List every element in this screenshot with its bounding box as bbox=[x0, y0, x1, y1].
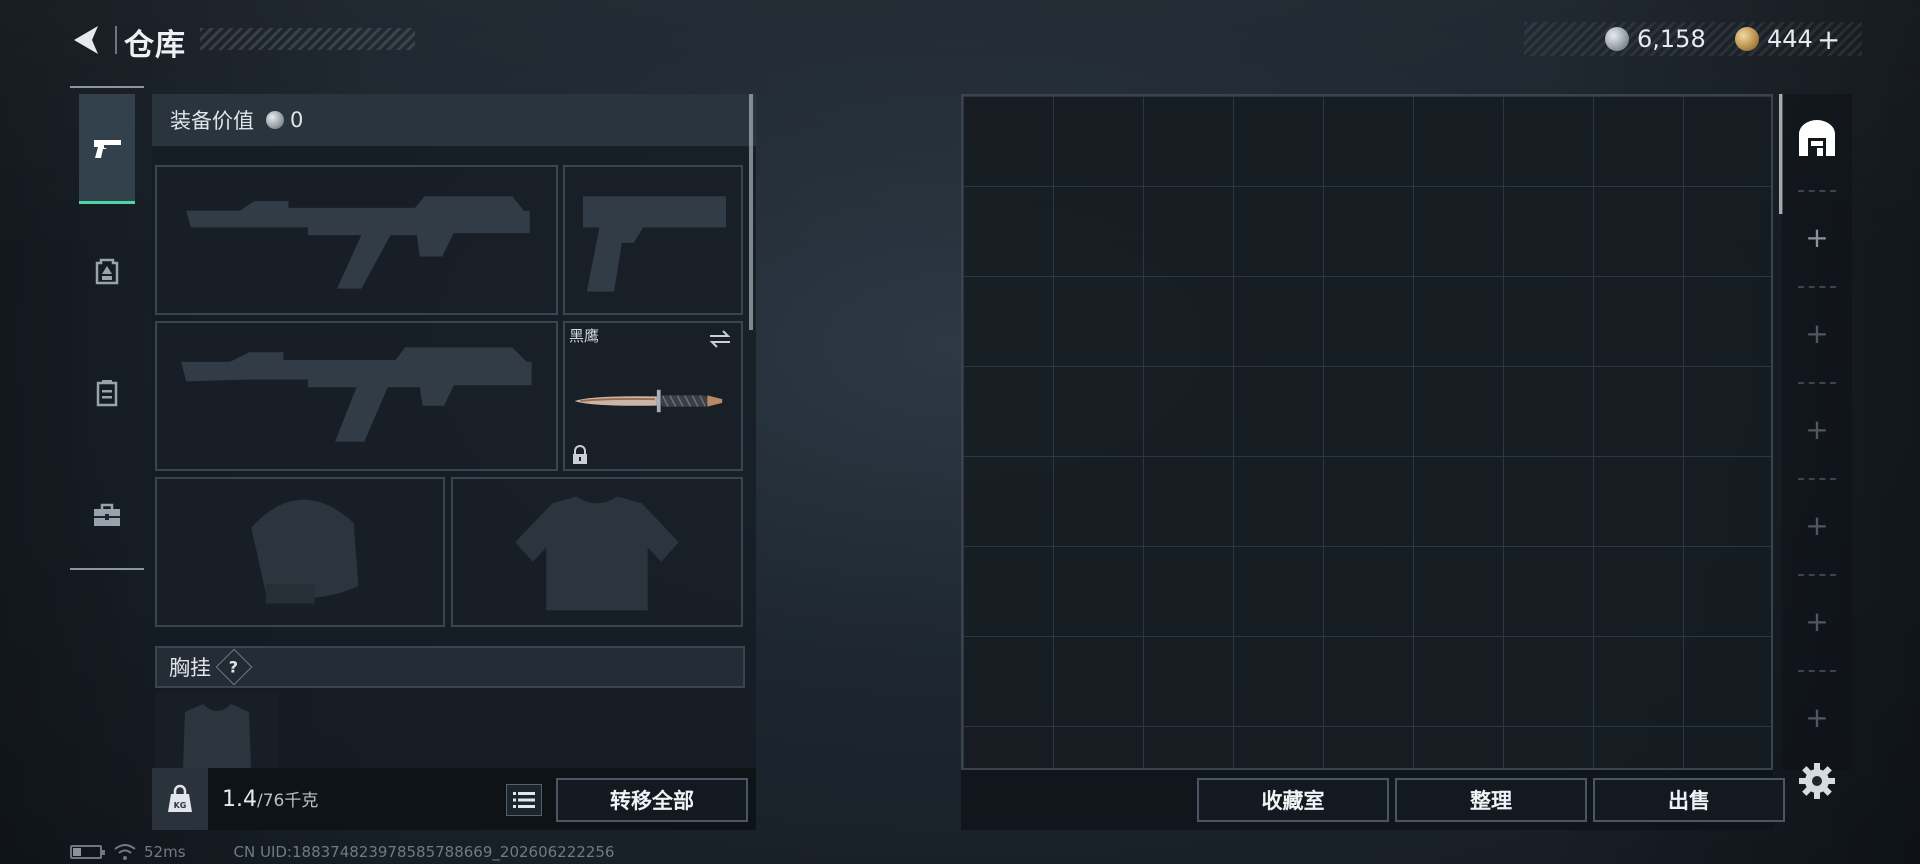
gear-icon bbox=[1799, 763, 1835, 799]
armor-slot[interactable] bbox=[451, 477, 743, 627]
lock-icon bbox=[573, 445, 587, 464]
silver-currency: 6,158 bbox=[1605, 22, 1706, 56]
pistol-icon bbox=[94, 139, 121, 158]
weight-max: /76千克 bbox=[257, 791, 319, 811]
loadout-scrollbar[interactable] bbox=[749, 94, 753, 330]
chest-rig-header: 胸挂 ? bbox=[155, 646, 745, 688]
settings-button[interactable] bbox=[1796, 760, 1838, 802]
battery-icon bbox=[70, 845, 105, 859]
ping-readout: 52ms bbox=[144, 843, 186, 861]
add-storage-page-6[interactable]: + bbox=[1790, 672, 1844, 762]
container-icon bbox=[96, 380, 118, 407]
storage-grid[interactable] bbox=[961, 94, 1773, 770]
category-tabs bbox=[70, 86, 144, 570]
add-storage-page-5[interactable]: + bbox=[1790, 576, 1844, 666]
tab-weapons[interactable] bbox=[79, 94, 135, 204]
plus-icon: + bbox=[1805, 604, 1829, 638]
backpack-icon bbox=[95, 258, 119, 285]
rifle-silhouette-icon bbox=[181, 347, 532, 442]
plus-icon: + bbox=[1805, 412, 1829, 446]
melee-slot[interactable]: 黑鹰 bbox=[563, 321, 743, 471]
chest-rig-silhouette-icon bbox=[183, 704, 251, 770]
weight-icon-box: KG bbox=[152, 768, 208, 830]
storage-pages-sidebar: + + + + + + bbox=[1782, 94, 1852, 770]
chest-rig-label: 胸挂 bbox=[169, 656, 211, 680]
collection-room-button[interactable]: 收藏室 bbox=[1197, 778, 1389, 822]
plus-icon: + bbox=[1805, 700, 1829, 734]
silver-coin-icon bbox=[1605, 27, 1629, 51]
armor-silhouette-icon bbox=[515, 496, 679, 611]
tabs-bottom-line bbox=[70, 568, 144, 570]
helmet-silhouette-icon bbox=[251, 499, 359, 604]
back-button[interactable] bbox=[68, 20, 108, 60]
transfer-all-button[interactable]: 转移全部 bbox=[556, 778, 748, 822]
tabs-top-line bbox=[70, 86, 144, 88]
helmet-slot[interactable] bbox=[155, 477, 445, 627]
list-view-button[interactable] bbox=[506, 784, 542, 816]
help-icon[interactable]: ? bbox=[215, 648, 253, 686]
tab-toolbox[interactable] bbox=[79, 460, 135, 570]
warehouse-icon bbox=[1799, 120, 1835, 156]
add-storage-page-3[interactable]: + bbox=[1790, 384, 1844, 474]
top-bar: 仓库 6,158 444 + bbox=[0, 0, 1920, 80]
equipment-value-header: 装备价值 0 bbox=[152, 94, 756, 146]
add-storage-page-2[interactable]: + bbox=[1790, 288, 1844, 378]
melee-item-name: 黑鹰 bbox=[569, 327, 600, 345]
silver-coin-icon bbox=[266, 111, 284, 129]
weight-readout: 1.4/76千克 bbox=[222, 786, 318, 812]
swap-icon[interactable] bbox=[707, 327, 733, 351]
knife-icon bbox=[574, 389, 723, 413]
weight-current: 1.4 bbox=[222, 787, 257, 812]
gold-coin-icon bbox=[1735, 27, 1759, 51]
primary-weapon-slot-2[interactable] bbox=[155, 321, 558, 471]
kettlebell-weight-icon: KG bbox=[168, 784, 192, 812]
sell-button[interactable]: 出售 bbox=[1593, 778, 1785, 822]
title-divider bbox=[115, 26, 117, 54]
gold-amount: 444 bbox=[1767, 25, 1813, 53]
equipment-value-amount: 0 bbox=[290, 108, 304, 132]
gold-currency[interactable]: 444 + bbox=[1735, 22, 1840, 56]
tab-backpack[interactable] bbox=[79, 216, 135, 326]
pistol-slot[interactable] bbox=[563, 165, 743, 315]
list-icon bbox=[513, 792, 535, 808]
wifi-icon bbox=[114, 844, 136, 860]
chest-rig-slot[interactable] bbox=[155, 692, 279, 770]
toolbox-icon bbox=[94, 503, 120, 526]
add-storage-page-4[interactable]: + bbox=[1790, 480, 1844, 570]
user-uid: CN UID:1883748239785857886​69_2026062222… bbox=[233, 843, 615, 861]
page-title: 仓库 bbox=[124, 28, 186, 63]
svg-text:KG: KG bbox=[174, 801, 187, 810]
organize-button[interactable]: 整理 bbox=[1395, 778, 1587, 822]
plus-icon: + bbox=[1805, 508, 1829, 542]
rifle-silhouette-icon bbox=[186, 196, 530, 289]
storage-actions-bar: 收藏室 整理 出售 bbox=[961, 770, 1785, 830]
equipment-value-label: 装备价值 bbox=[170, 109, 254, 133]
weight-bar: KG 1.4/76千克 转移全部 bbox=[152, 768, 756, 830]
tab-container[interactable] bbox=[79, 338, 135, 448]
back-arrow-icon bbox=[74, 26, 98, 54]
status-bar: 52ms CN UID:1883748239785857886​69_20260… bbox=[70, 842, 614, 862]
add-currency-plus-icon[interactable]: + bbox=[1817, 23, 1840, 56]
plus-icon: + bbox=[1805, 316, 1829, 350]
help-symbol: ? bbox=[229, 657, 239, 677]
primary-weapon-slot-1[interactable] bbox=[155, 165, 558, 315]
add-storage-page-1[interactable]: + bbox=[1790, 192, 1844, 282]
silver-amount: 6,158 bbox=[1637, 25, 1706, 53]
title-decoration bbox=[200, 28, 415, 50]
warehouse-page-tab[interactable] bbox=[1790, 94, 1844, 184]
plus-icon: + bbox=[1805, 220, 1829, 254]
pistol-silhouette-icon bbox=[582, 196, 726, 292]
